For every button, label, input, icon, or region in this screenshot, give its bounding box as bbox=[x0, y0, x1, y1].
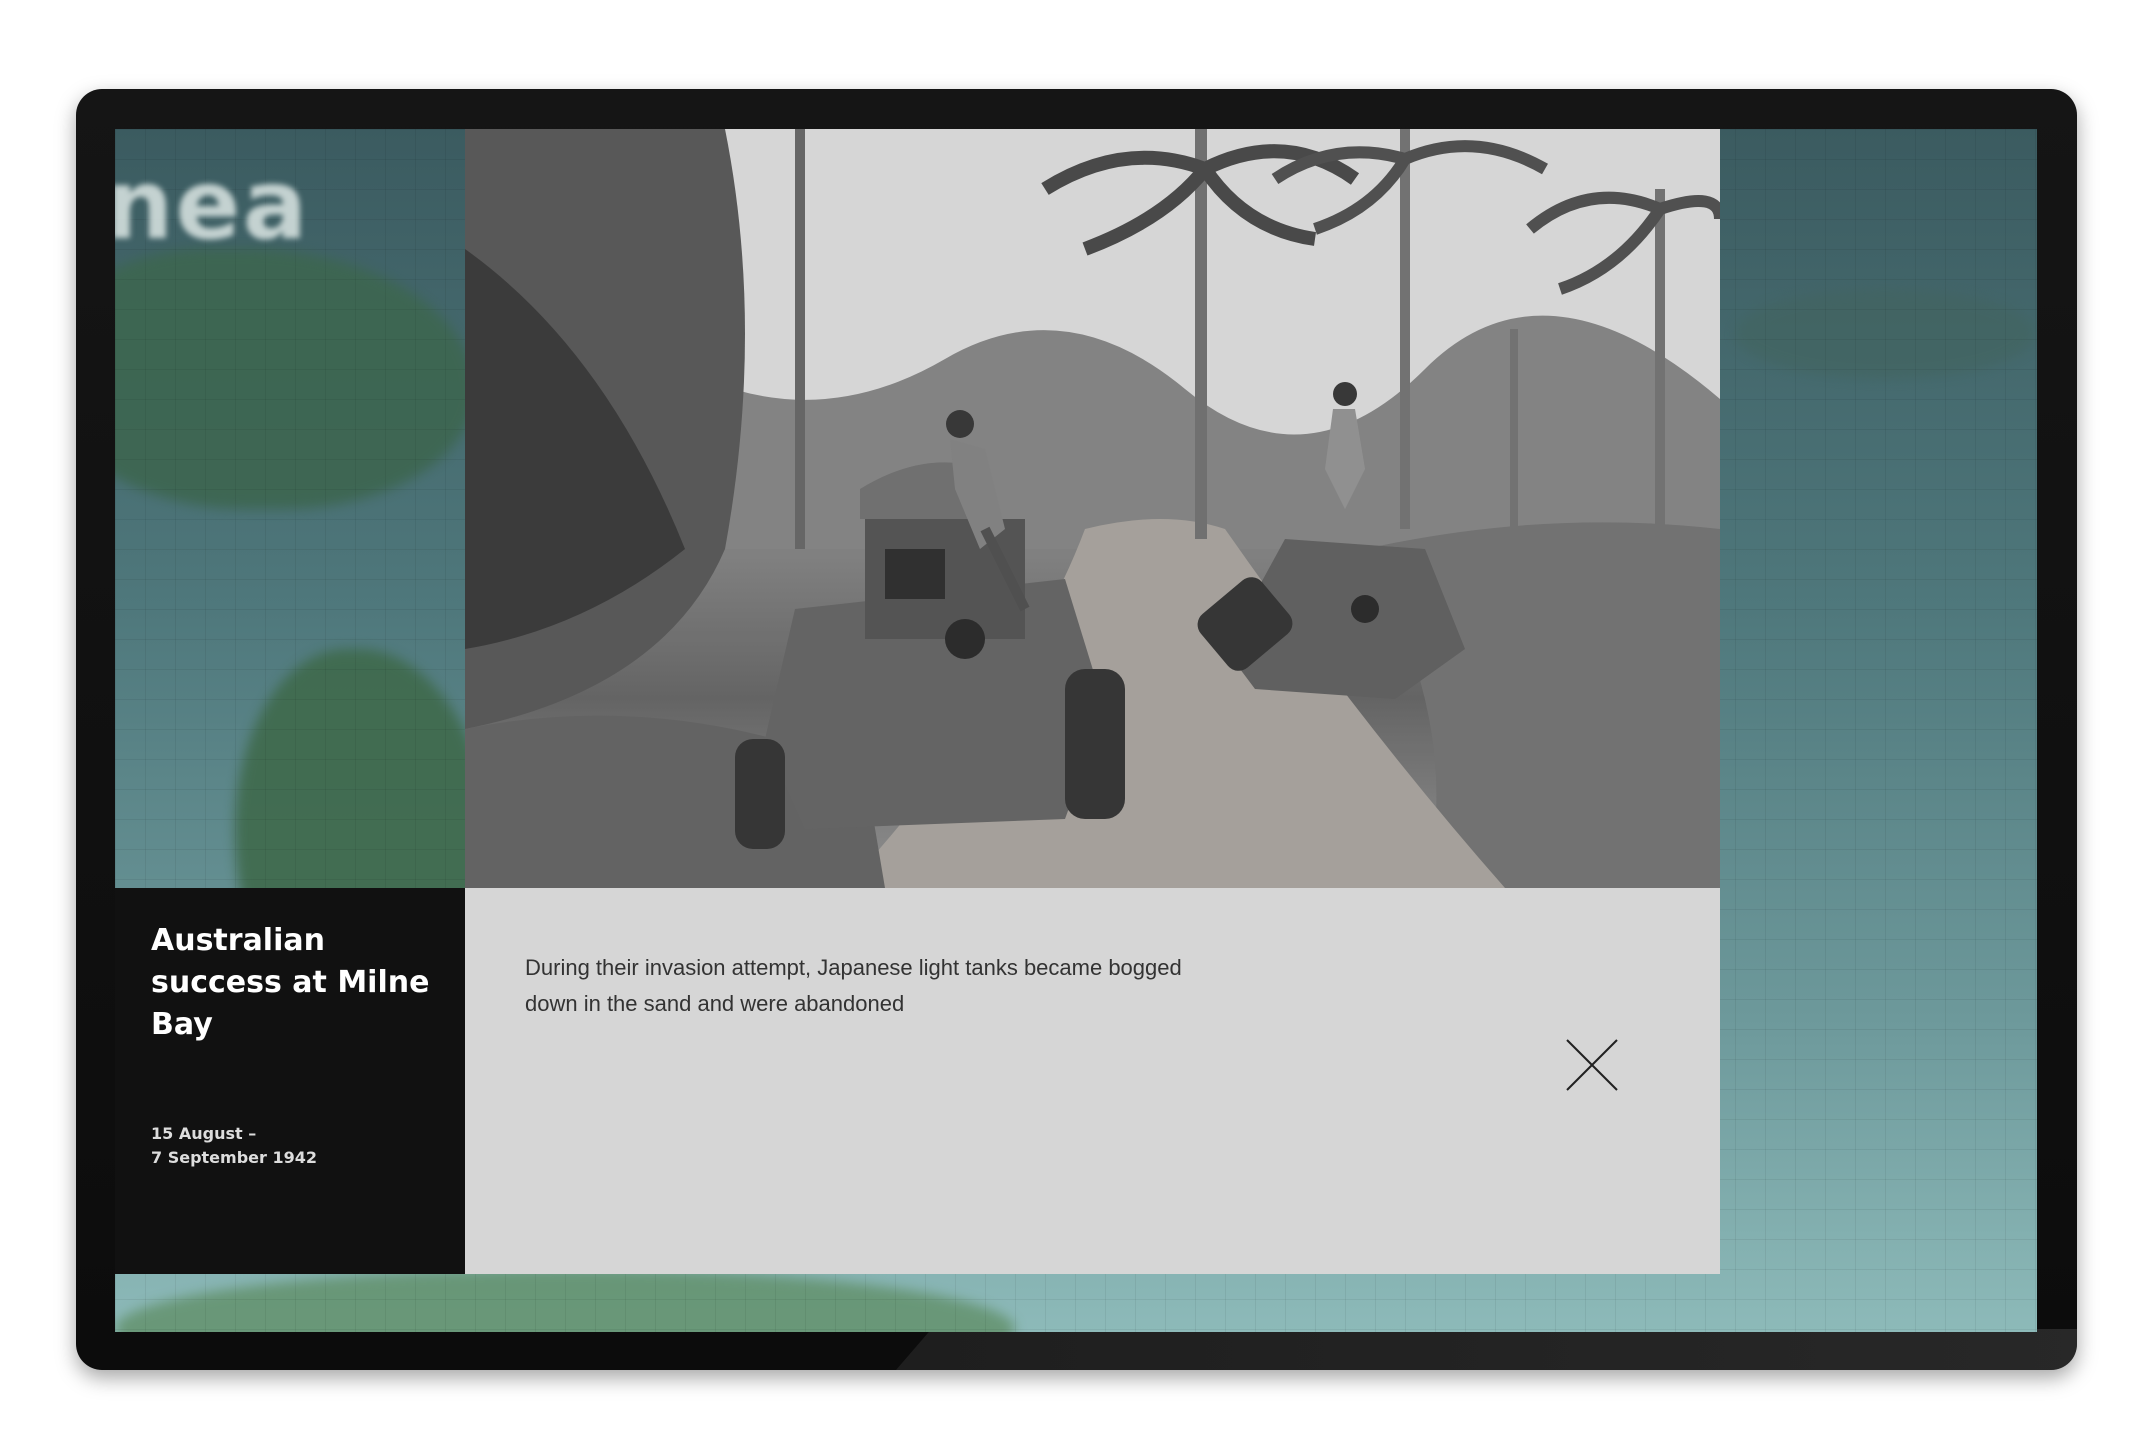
map-region-label: nea bbox=[115, 149, 310, 261]
bezel-reflection bbox=[896, 1329, 2077, 1370]
close-button[interactable] bbox=[1565, 1038, 1619, 1092]
story-date-range: 15 August – 7 September 1942 bbox=[151, 1124, 317, 1167]
photo-caption: During their invasion attempt, Japanese … bbox=[525, 955, 1182, 1016]
story-title: Australian success at Milne Bay bbox=[151, 923, 430, 1042]
kiosk-screen: nea Australian success at Milne Bay 15 A… bbox=[115, 129, 2037, 1332]
historical-photo bbox=[465, 129, 1720, 888]
caption-panel: During their invasion attempt, Japanese … bbox=[465, 888, 1720, 1274]
story-title-panel: Australian success at Milne Bay 15 Augus… bbox=[115, 888, 465, 1274]
close-icon bbox=[1566, 1039, 1618, 1091]
photo-illustration bbox=[465, 129, 1720, 888]
